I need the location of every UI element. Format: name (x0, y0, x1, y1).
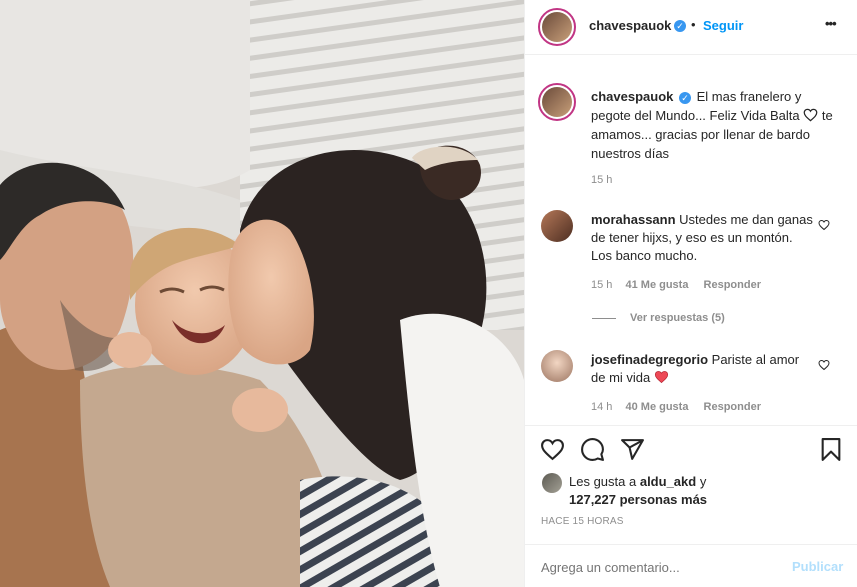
publish-button[interactable]: Publicar (792, 559, 843, 574)
likes-summary: Les gusta a aldu_akd y 127,227 personas … (569, 473, 839, 509)
comment-username[interactable]: josefinadegregorio (591, 352, 708, 367)
comment-like-heart-icon[interactable] (818, 359, 830, 371)
post-photo[interactable] (0, 0, 524, 587)
likes-prefix: Les gusta a (569, 474, 637, 489)
comment-meta-1: 15 h 41 Me gusta Responder (591, 279, 761, 291)
caption-username[interactable]: chavespauok (591, 89, 673, 104)
share-paper-plane-icon[interactable] (620, 437, 645, 462)
comment-time[interactable]: 14 h (591, 401, 612, 413)
heart-outline-emoji-icon (803, 108, 818, 122)
liker-username[interactable]: aldu_akd (640, 474, 696, 489)
comment-avatar-morahassann[interactable] (541, 210, 573, 242)
view-replies-line (592, 318, 616, 319)
post-timestamp[interactable]: HACE 15 HORAS (541, 516, 624, 527)
add-comment-bar: Publicar (525, 544, 857, 587)
likes-joiner: y (699, 474, 707, 489)
caption-verified-icon: ✓ (679, 91, 691, 104)
comment-like-heart-icon[interactable] (818, 219, 830, 231)
caption-avatar-ring[interactable] (538, 83, 576, 121)
red-heart-emoji-icon (654, 371, 668, 384)
post-side-panel: chavespauok ✓ • Seguir ••• chavespauok ✓… (524, 0, 857, 587)
caption-time: 15 h (591, 174, 613, 186)
save-bookmark-icon[interactable] (820, 437, 842, 462)
comment-bubble-icon[interactable] (580, 437, 605, 462)
like-heart-icon[interactable] (540, 438, 565, 461)
comment-meta-2: 14 h 40 Me gusta Responder (591, 401, 761, 413)
comment-avatar-josefinadegregorio[interactable] (541, 350, 573, 382)
caption-avatar[interactable] (542, 87, 572, 117)
header-separator: • (691, 17, 696, 32)
comment-time[interactable]: 15 h (591, 279, 612, 291)
comments-list[interactable]: chavespauok ✓ El mas franelero y pegote … (525, 56, 857, 424)
view-replies-button[interactable]: Ver respuestas (5) (630, 312, 725, 324)
comment-text-block-1: morahassann Ustedes me dan ganas de tene… (591, 211, 813, 265)
liker-avatar[interactable] (542, 473, 562, 493)
likes-count[interactable]: 127,227 personas más (569, 492, 707, 507)
comment-likes[interactable]: 41 Me gusta (625, 279, 688, 291)
author-avatar-ring[interactable] (538, 8, 576, 46)
caption-text-block: chavespauok ✓ El mas franelero y pegote … (591, 87, 841, 163)
comment-text-block-2: josefinadegregorio Pariste al amor de mi… (591, 351, 813, 387)
author-avatar[interactable] (542, 12, 572, 42)
more-options-icon[interactable]: ••• (825, 16, 837, 31)
post-header: chavespauok ✓ • Seguir ••• (525, 0, 857, 55)
verified-badge-icon: ✓ (674, 20, 686, 32)
follow-button[interactable]: Seguir (703, 18, 743, 33)
comment-likes[interactable]: 40 Me gusta (625, 401, 688, 413)
author-username[interactable]: chavespauok (589, 18, 671, 33)
comment-reply-button[interactable]: Responder (704, 279, 761, 291)
family-photo-illustration (0, 0, 524, 587)
comment-username[interactable]: morahassann (591, 212, 676, 227)
comment-reply-button[interactable]: Responder (704, 401, 761, 413)
comment-input[interactable] (541, 557, 781, 577)
